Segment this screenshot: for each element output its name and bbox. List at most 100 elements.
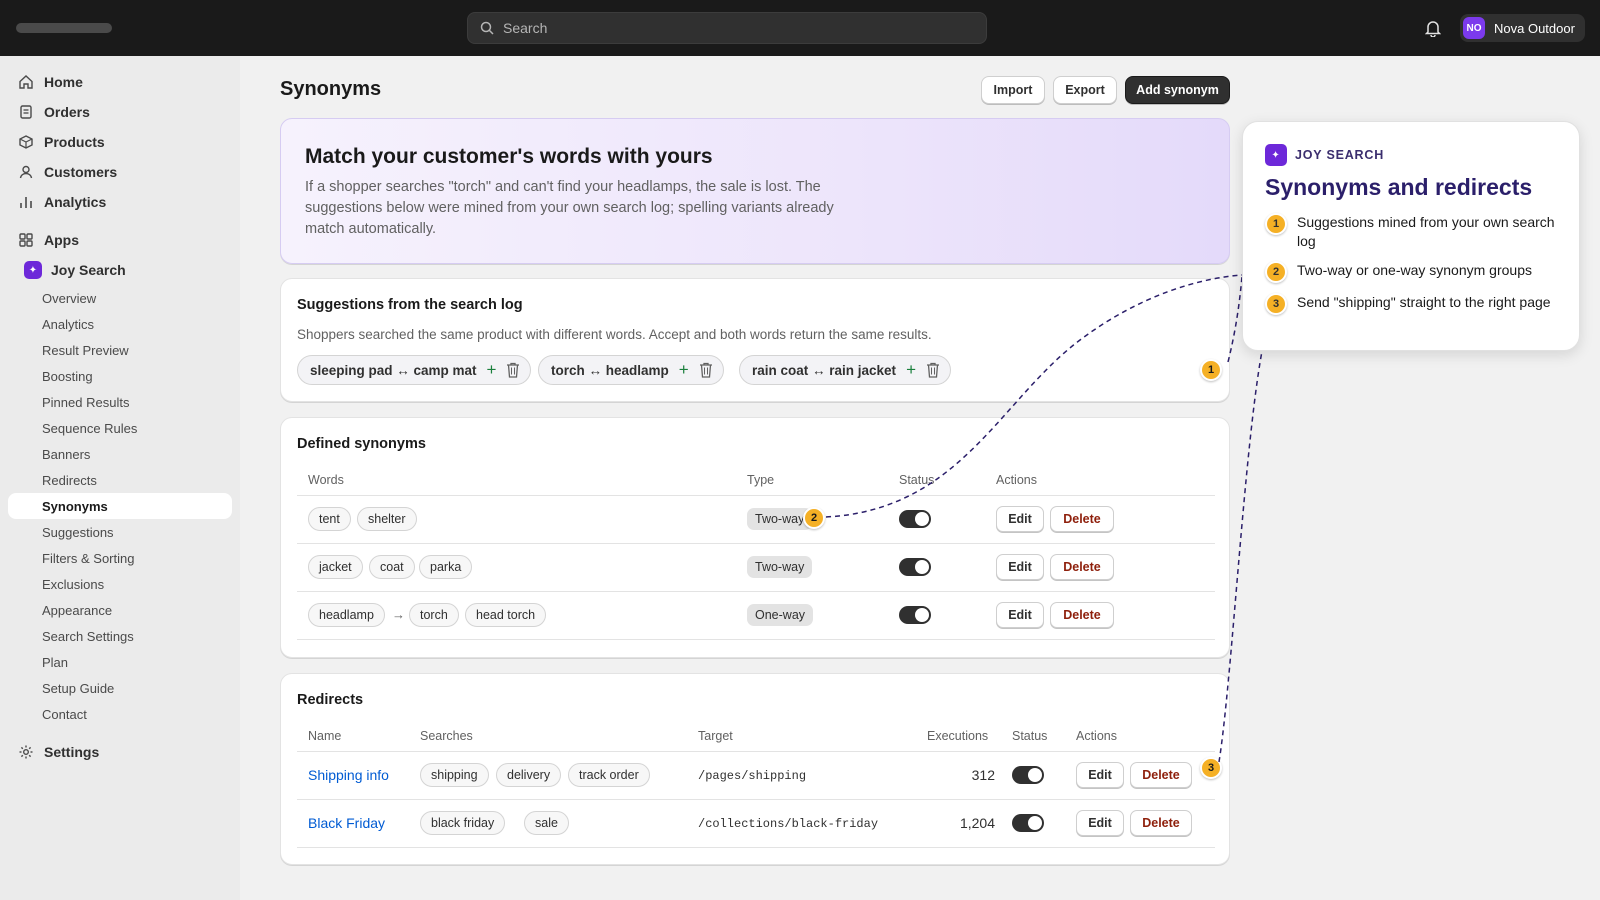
word-chip: coat [369,555,415,579]
hero-body: If a shopper searches "torch" and can't … [305,179,834,237]
sidebar-item-exclusions[interactable]: Exclusions [8,571,232,597]
accept-icon[interactable]: + [906,360,916,380]
callout-brand-label: JOY SEARCH [1295,148,1385,162]
store-menu[interactable]: NO Nova Outdoor [1460,14,1585,42]
sidebar-item-result-preview[interactable]: Result Preview [8,337,232,363]
edit-button[interactable]: Edit [996,506,1044,532]
step-text: Send "shipping" straight to the right pa… [1297,294,1551,310]
sidebar-item-analytics-sub[interactable]: Analytics [8,311,232,337]
status-toggle[interactable] [1012,766,1044,784]
trash-icon[interactable] [926,362,940,378]
sidebar-item-appearance[interactable]: Appearance [8,597,232,623]
suggestion-chip: torch ↔ headlamp + [538,355,724,385]
accept-icon[interactable]: + [487,360,497,380]
callout-marker: 2 [803,507,825,529]
divider [297,639,1215,640]
redirect-name-link[interactable]: Black Friday [308,815,385,831]
sidebar-item-pinned-results[interactable]: Pinned Results [8,389,232,415]
sidebar-item-joy-search[interactable]: ✦ Joy Search [8,257,232,283]
edit-button[interactable]: Edit [996,554,1044,580]
redirect-target: /pages/shipping [698,769,807,783]
column-header: Actions [996,473,1037,487]
step-number: 3 [1265,293,1287,315]
sidebar-item-synonyms[interactable]: Synonyms [8,493,232,519]
sidebar-item-search-settings[interactable]: Search Settings [8,623,232,649]
edit-button[interactable]: Edit [996,602,1044,628]
status-toggle[interactable] [899,510,931,528]
shop-logo[interactable] [16,23,112,33]
sidebar-item-apps[interactable]: Apps [8,227,232,253]
delete-button[interactable]: Delete [1050,602,1114,628]
executions-count: 1,204 [959,815,995,831]
trash-icon[interactable] [506,362,520,378]
suggestion-chip: rain coat ↔ rain jacket + [739,355,951,385]
search-chip: track order [568,763,650,787]
tag-icon [19,135,33,149]
sidebar-item-customers[interactable]: Customers [8,159,232,185]
delete-button[interactable]: Delete [1050,554,1114,580]
store-name: Nova Outdoor [1494,20,1575,36]
search-chip: sale [524,811,569,835]
accept-icon[interactable]: + [679,360,689,380]
delete-button[interactable]: Delete [1050,506,1114,532]
sidebar-item-banners[interactable]: Banners [8,441,232,467]
sidebar-item-sequence-rules[interactable]: Sequence Rules [8,415,232,441]
callout-step: 1 Suggestions mined from your own search… [1265,213,1565,251]
redirects-card: Redirects Name Searches Target Execution… [280,673,1230,865]
person-icon [19,165,33,179]
word-chip: shelter [357,507,417,531]
sidebar-item-contact[interactable]: Contact [8,701,232,727]
suggestion-label: sleeping pad ↔ camp mat [310,362,477,378]
trash-icon[interactable] [699,362,713,378]
suggestion-chip: sleeping pad ↔ camp mat + [297,355,532,385]
executions-count: 312 [971,767,995,783]
sidebar-item-filters-sorting[interactable]: Filters & Sorting [8,545,232,571]
edit-button[interactable]: Edit [1076,810,1124,836]
sidebar-item-label: Home [44,74,83,90]
sidebar-item-orders[interactable]: Orders [8,99,232,125]
column-header: Type [747,473,775,487]
step-number: 2 [1265,261,1287,283]
status-toggle[interactable] [1012,814,1044,832]
import-button[interactable]: Import [981,76,1045,104]
sidebar-item-products[interactable]: Products [8,129,232,155]
bell-icon[interactable] [1425,20,1441,37]
redirect-target: /collections/black-friday [698,817,879,831]
export-button[interactable]: Export [1053,76,1117,104]
sidebar-item-home[interactable]: Home [8,69,232,95]
sidebar-item-setup-guide[interactable]: Setup Guide [8,675,232,701]
divider [297,799,1215,800]
divider [297,751,1215,752]
divider [297,543,1215,544]
search-chip: shipping [420,763,489,787]
sparkle-icon: ✦ [24,261,42,279]
divider [297,847,1215,848]
search-input[interactable]: Search [467,12,987,44]
sidebar-item-label: Analytics [44,194,107,210]
sidebar-item-suggestions[interactable]: Suggestions [8,519,232,545]
sidebar-item-boosting[interactable]: Boosting [8,363,232,389]
column-header: Status [1012,729,1048,743]
orders-icon [20,105,32,119]
redirect-name-link[interactable]: Shipping info [308,767,389,783]
delete-button[interactable]: Delete [1130,762,1192,788]
delete-button[interactable]: Delete [1130,810,1192,836]
sidebar-item-analytics[interactable]: Analytics [8,189,232,215]
page-title: Synonyms [280,78,382,100]
word-chip: tent [308,507,351,531]
sidebar: Home Orders Products Customers Analytics… [0,56,240,900]
column-header: Searches [420,729,473,743]
word-chip: parka [419,555,473,579]
search-chip: delivery [496,763,562,787]
status-toggle[interactable] [899,606,931,624]
column-header: Words [308,473,344,487]
sidebar-item-settings[interactable]: Settings [8,739,232,765]
sidebar-item-redirects[interactable]: Redirects [8,467,232,493]
edit-button[interactable]: Edit [1076,762,1124,788]
sidebar-item-overview[interactable]: Overview [8,285,232,311]
word-chip: jacket [308,555,363,579]
sidebar-item-plan[interactable]: Plan [8,649,232,675]
status-toggle[interactable] [899,558,931,576]
add-synonym-button[interactable]: Add synonym [1125,76,1230,104]
callout-step: 3 Send "shipping" straight to the right … [1265,293,1565,315]
